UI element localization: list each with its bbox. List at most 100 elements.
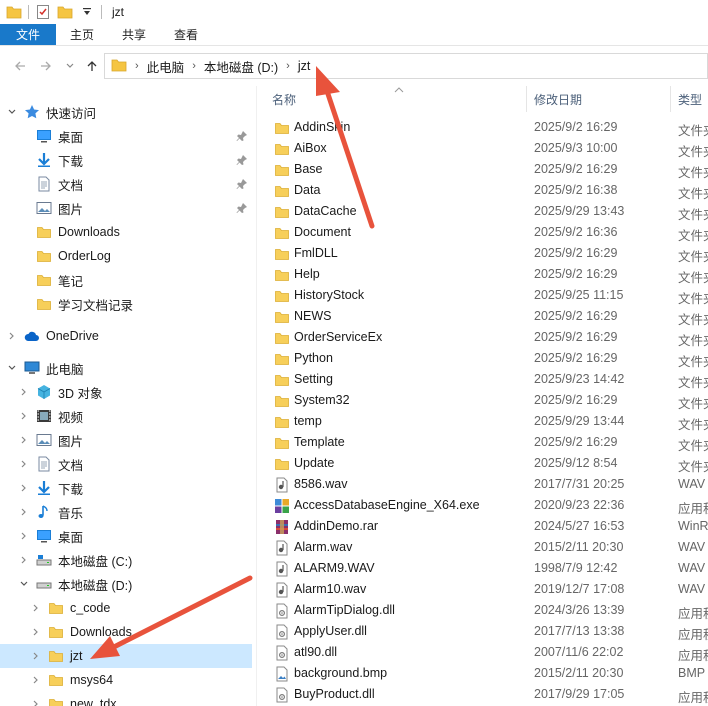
breadcrumb-jzt[interactable]: jzt [298, 59, 311, 73]
chevron-down-icon[interactable] [6, 106, 18, 118]
file-row[interactable]: temp 2025/9/29 13:44 文件夹 [262, 411, 708, 432]
up-button[interactable] [80, 54, 104, 78]
pin-icon[interactable] [236, 154, 248, 166]
file-row[interactable]: AccessDatabaseEngine_X64.exe 2020/9/23 22… [262, 495, 708, 516]
nav-pc-item[interactable]: 文档 [0, 452, 252, 476]
chevron-right-icon[interactable] [18, 410, 30, 422]
pin-icon[interactable] [236, 202, 248, 214]
back-button[interactable] [8, 54, 32, 78]
chevron-right-icon[interactable] [18, 434, 30, 446]
column-separator[interactable] [526, 86, 527, 112]
chevron-right-icon[interactable] [18, 530, 30, 542]
chevron-right-icon[interactable] [30, 626, 42, 638]
file-row[interactable]: HistoryStock 2025/9/25 11:15 文件夹 [262, 285, 708, 306]
nav-quick-item[interactable]: OrderLog [0, 244, 252, 268]
chevron-right-icon[interactable] [18, 554, 30, 566]
pin-icon[interactable] [236, 130, 248, 142]
nav-pc-item[interactable]: 音乐 [0, 500, 252, 524]
nav-pc-item[interactable]: 图片 [0, 428, 252, 452]
column-header-name[interactable]: 名称 [272, 86, 296, 112]
file-row[interactable]: DataCache 2025/9/29 13:43 文件夹 [262, 201, 708, 222]
nav-drive-d-folder[interactable]: Downloads [0, 620, 252, 644]
file-row[interactable]: NEWS 2025/9/2 16:29 文件夹 [262, 306, 708, 327]
file-row[interactable]: OrderServiceEx 2025/9/2 16:29 文件夹 [262, 327, 708, 348]
file-row[interactable]: Help 2025/9/2 16:29 文件夹 [262, 264, 708, 285]
forward-button[interactable] [34, 54, 58, 78]
chevron-right-icon[interactable]: › [286, 60, 290, 72]
file-row[interactable]: AddinDemo.rar 2024/5/27 16:53 WinRAR [262, 516, 708, 537]
file-row[interactable]: ApplyUser.dll 2017/7/13 13:38 应用程 [262, 621, 708, 642]
file-row[interactable]: Setting 2025/9/23 14:42 文件夹 [262, 369, 708, 390]
recent-locations-button[interactable] [58, 54, 82, 78]
nav-quick-item[interactable]: 下载 [0, 148, 252, 172]
file-row[interactable]: atl90.dll 2007/11/6 22:02 应用程 [262, 642, 708, 663]
chevron-right-icon[interactable] [30, 674, 42, 686]
chevron-right-icon[interactable]: › [135, 60, 139, 72]
breadcrumb-this-pc[interactable]: 此电脑 [147, 57, 185, 76]
chevron-right-icon[interactable] [18, 458, 30, 470]
nav-this-pc[interactable]: 此电脑 [0, 356, 252, 380]
file-row[interactable]: Data 2025/9/2 16:38 文件夹 [262, 180, 708, 201]
nav-quick-item[interactable]: 学习文档记录 [0, 292, 252, 316]
chevron-right-icon[interactable] [18, 386, 30, 398]
chevron-right-icon[interactable]: › [192, 60, 196, 72]
chevron-right-icon[interactable] [30, 650, 42, 662]
tab-file[interactable]: 文件 [0, 24, 56, 45]
nav-quick-item[interactable]: Downloads [0, 220, 252, 244]
chevron-right-icon[interactable] [30, 602, 42, 614]
file-row[interactable]: BuyProduct.dll 2017/9/29 17:05 应用程 [262, 684, 708, 705]
file-row[interactable]: AlarmTipDialog.dll 2024/3/26 13:39 应用程 [262, 600, 708, 621]
nav-quick-item[interactable]: 桌面 [0, 124, 252, 148]
nav-pc-item[interactable]: 本地磁盘 (D:) [0, 572, 252, 596]
breadcrumb-drive-d[interactable]: 本地磁盘 (D:) [204, 57, 278, 76]
nav-item-label: 文档 [58, 458, 84, 473]
file-row[interactable]: FmlDLL 2025/9/2 16:29 文件夹 [262, 243, 708, 264]
pane-divider[interactable] [256, 86, 257, 706]
tab-share[interactable]: 共享 [108, 24, 160, 45]
nav-quick-item[interactable]: 笔记 [0, 268, 252, 292]
file-row[interactable]: Template 2025/9/2 16:29 文件夹 [262, 432, 708, 453]
chevron-down-icon[interactable] [18, 578, 30, 590]
file-row[interactable]: AiBox 2025/9/3 10:00 文件夹 [262, 138, 708, 159]
file-row[interactable]: AddinSkin 2025/9/2 16:29 文件夹 [262, 117, 708, 138]
nav-quick-access[interactable]: 快速访问 [0, 100, 252, 124]
file-row[interactable]: Document 2025/9/2 16:36 文件夹 [262, 222, 708, 243]
column-header-type[interactable]: 类型 [678, 86, 702, 112]
chevron-right-icon[interactable] [6, 330, 18, 342]
nav-onedrive[interactable]: OneDrive [0, 324, 252, 348]
column-header-date[interactable]: 修改日期 [534, 86, 582, 112]
tab-home[interactable]: 主页 [56, 24, 108, 45]
nav-quick-item[interactable]: 文档 [0, 172, 252, 196]
file-row[interactable]: ALARM9.WAV 1998/7/9 12:42 WAV [262, 558, 708, 579]
quick-access-dropdown-icon[interactable] [79, 4, 95, 20]
pin-icon[interactable] [236, 178, 248, 190]
window-title: jzt [112, 5, 124, 19]
file-row[interactable]: 8586.wav 2017/7/31 20:25 WAV [262, 474, 708, 495]
file-row[interactable]: Python 2025/9/2 16:29 文件夹 [262, 348, 708, 369]
nav-pc-item[interactable]: 3D 对象 [0, 380, 252, 404]
nav-pc-item[interactable]: 视频 [0, 404, 252, 428]
chevron-down-icon[interactable] [6, 362, 18, 374]
chevron-right-icon[interactable] [18, 482, 30, 494]
nav-drive-d-folder[interactable]: new_tdx [0, 692, 252, 706]
nav-pc-item[interactable]: 下载 [0, 476, 252, 500]
properties-icon[interactable] [35, 4, 51, 20]
file-row[interactable]: background.bmp 2015/2/11 20:30 BMP [262, 663, 708, 684]
file-row[interactable]: Alarm.wav 2015/2/11 20:30 WAV [262, 537, 708, 558]
nav-quick-item[interactable]: 图片 [0, 196, 252, 220]
address-bar[interactable]: › 此电脑 › 本地磁盘 (D:) › jzt [104, 53, 708, 79]
file-row[interactable]: System32 2025/9/2 16:29 文件夹 [262, 390, 708, 411]
nav-drive-d-folder[interactable]: c_code [0, 596, 252, 620]
file-row[interactable]: Alarm10.wav 2019/12/7 17:08 WAV [262, 579, 708, 600]
tab-view[interactable]: 查看 [160, 24, 212, 45]
chevron-right-icon[interactable] [18, 506, 30, 518]
nav-pc-item[interactable]: 桌面 [0, 524, 252, 548]
file-row[interactable]: Update 2025/9/12 8:54 文件夹 [262, 453, 708, 474]
new-folder-icon[interactable] [57, 4, 73, 20]
file-row[interactable]: Base 2025/9/2 16:29 文件夹 [262, 159, 708, 180]
nav-drive-d-folder[interactable]: msys64 [0, 668, 252, 692]
chevron-right-icon[interactable] [30, 698, 42, 706]
nav-pc-item[interactable]: 本地磁盘 (C:) [0, 548, 252, 572]
column-separator[interactable] [670, 86, 671, 112]
nav-drive-d-folder[interactable]: jzt [0, 644, 252, 668]
